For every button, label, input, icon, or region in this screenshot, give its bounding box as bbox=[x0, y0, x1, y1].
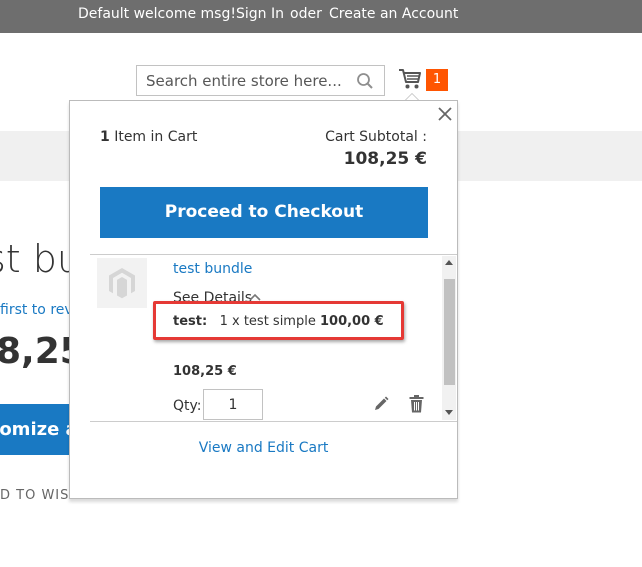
proceed-to-checkout-button[interactable]: Proceed to Checkout bbox=[100, 187, 428, 238]
dropdown-caret-inner bbox=[406, 94, 418, 100]
customize-button[interactable]: stomize a bbox=[0, 404, 72, 455]
items-text: Item in Cart bbox=[109, 129, 198, 145]
edit-icon[interactable] bbox=[373, 396, 389, 412]
customize-label: stomize a bbox=[0, 419, 72, 440]
search-icon[interactable] bbox=[356, 72, 374, 90]
scroll-down-icon[interactable] bbox=[445, 410, 453, 415]
close-icon[interactable] bbox=[437, 106, 453, 122]
cart-item-name[interactable]: test bundle bbox=[173, 261, 252, 277]
create-account-link[interactable]: Create an Account bbox=[329, 6, 458, 22]
product-placeholder-icon bbox=[109, 268, 135, 299]
chevron-up-icon[interactable] bbox=[249, 293, 261, 301]
view-edit-cart-link[interactable]: View and Edit Cart bbox=[70, 440, 457, 456]
items-count: 1 bbox=[100, 129, 110, 145]
highlight-annotation bbox=[153, 301, 404, 340]
trash-icon[interactable] bbox=[409, 395, 424, 413]
scroll-up-icon[interactable] bbox=[445, 260, 453, 265]
welcome-message: Default welcome msg! bbox=[78, 6, 236, 22]
review-link[interactable]: first to revi bbox=[0, 302, 77, 318]
cart-count-badge[interactable]: 1 bbox=[426, 69, 448, 91]
search-input[interactable] bbox=[137, 66, 361, 95]
sign-in-link[interactable]: Sign In bbox=[236, 6, 284, 22]
subtotal-value: 108,25 € bbox=[343, 149, 427, 169]
subtotal-label: Cart Subtotal : bbox=[325, 129, 427, 145]
items-in-cart: 1 Item in Cart bbox=[100, 129, 197, 145]
search-box bbox=[136, 65, 385, 96]
cart-icon[interactable] bbox=[398, 68, 422, 90]
or-text: oder bbox=[290, 6, 322, 22]
cart-item-price: 108,25 € bbox=[173, 364, 237, 379]
top-bar: Default welcome msg! Sign In oder Create… bbox=[0, 0, 642, 33]
product-thumbnail[interactable] bbox=[97, 258, 147, 308]
qty-label: Qty: bbox=[173, 398, 202, 414]
scrollbar-thumb[interactable] bbox=[444, 279, 455, 385]
qty-input[interactable] bbox=[203, 389, 263, 420]
